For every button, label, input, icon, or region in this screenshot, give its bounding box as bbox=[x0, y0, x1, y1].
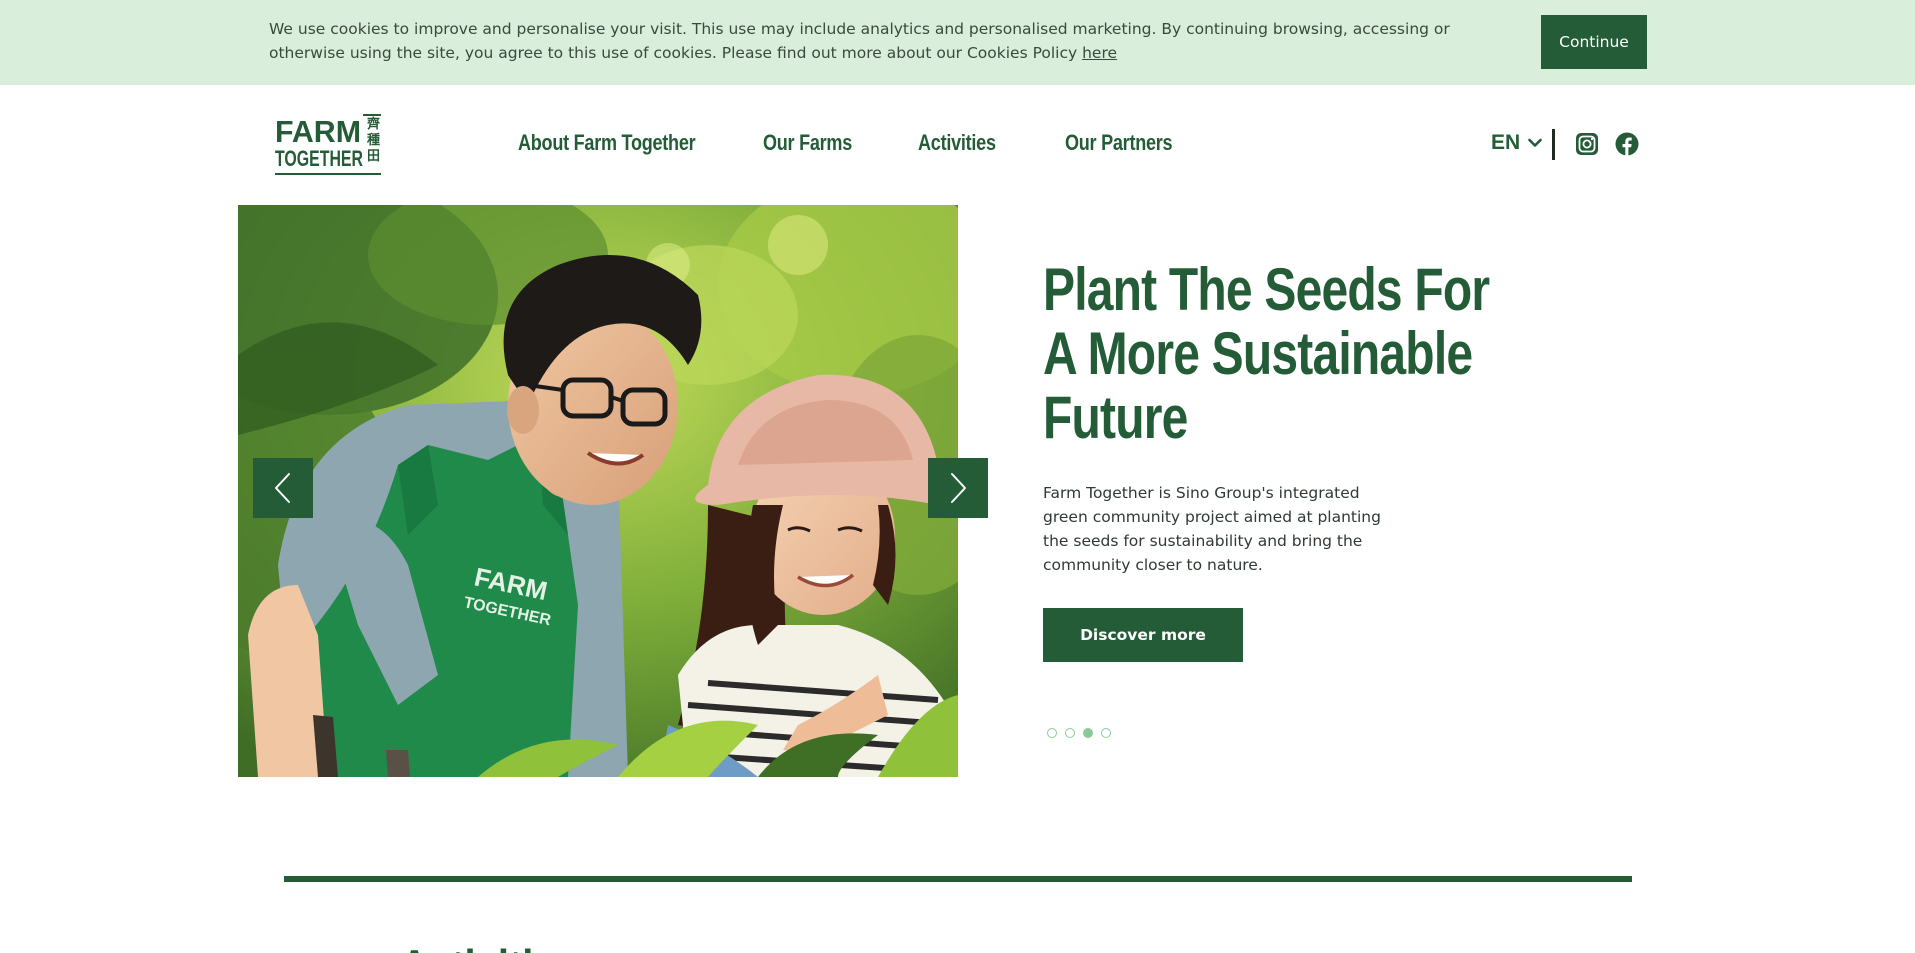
language-selector[interactable]: EN bbox=[1491, 131, 1542, 155]
language-label: EN bbox=[1491, 131, 1521, 154]
activities-section-heading: Activities bbox=[400, 938, 578, 953]
discover-more-button[interactable]: Discover more bbox=[1043, 608, 1243, 662]
carousel-dot-1[interactable] bbox=[1047, 728, 1057, 738]
carousel-dot-2[interactable] bbox=[1065, 728, 1075, 738]
nav-item-our-farms[interactable]: Our Farms bbox=[763, 130, 852, 156]
hero-description: Farm Together is Sino Group's integrated… bbox=[1043, 484, 1381, 574]
nav-item-activities[interactable]: Activities bbox=[918, 130, 996, 156]
cookie-message-text: We use cookies to improve and personalis… bbox=[269, 20, 1450, 62]
nav-item-our-partners[interactable]: Our Partners bbox=[1065, 130, 1173, 156]
instagram-icon[interactable] bbox=[1575, 132, 1599, 156]
chevron-right-icon bbox=[951, 473, 966, 503]
carousel-pagination bbox=[1047, 728, 1111, 738]
section-divider bbox=[284, 876, 1632, 882]
cookie-policy-link[interactable]: here bbox=[1082, 44, 1117, 62]
logo-chinese-1: 齊 bbox=[366, 116, 381, 132]
chevron-left-icon bbox=[275, 473, 290, 503]
farm-together-logo[interactable]: FARM TOGETHER 齊 種 田 bbox=[275, 114, 382, 176]
logo-text-together: TOGETHER bbox=[275, 146, 363, 171]
logo-chinese-2: 種 bbox=[367, 132, 380, 148]
logo-chinese-3: 田 bbox=[367, 149, 380, 164]
carousel-dot-3[interactable] bbox=[1083, 728, 1093, 738]
logo-text-farm: FARM bbox=[275, 114, 361, 149]
continue-button[interactable]: Continue bbox=[1541, 15, 1647, 69]
cookie-banner: We use cookies to improve and personalis… bbox=[0, 0, 1915, 85]
carousel-prev-button[interactable] bbox=[253, 458, 313, 518]
cookie-message: We use cookies to improve and personalis… bbox=[269, 17, 1509, 65]
hero-title: Plant The Seeds For A More Sustainable F… bbox=[1043, 256, 1490, 451]
nav-item-about[interactable]: About Farm Together bbox=[518, 130, 696, 156]
header-divider bbox=[1552, 129, 1555, 160]
carousel-next-button[interactable] bbox=[928, 458, 988, 518]
facebook-icon[interactable] bbox=[1615, 132, 1639, 156]
chevron-down-icon bbox=[1528, 138, 1542, 147]
hero-carousel-image: FARM TOGETHER bbox=[238, 205, 958, 777]
carousel-dot-4[interactable] bbox=[1101, 728, 1111, 738]
